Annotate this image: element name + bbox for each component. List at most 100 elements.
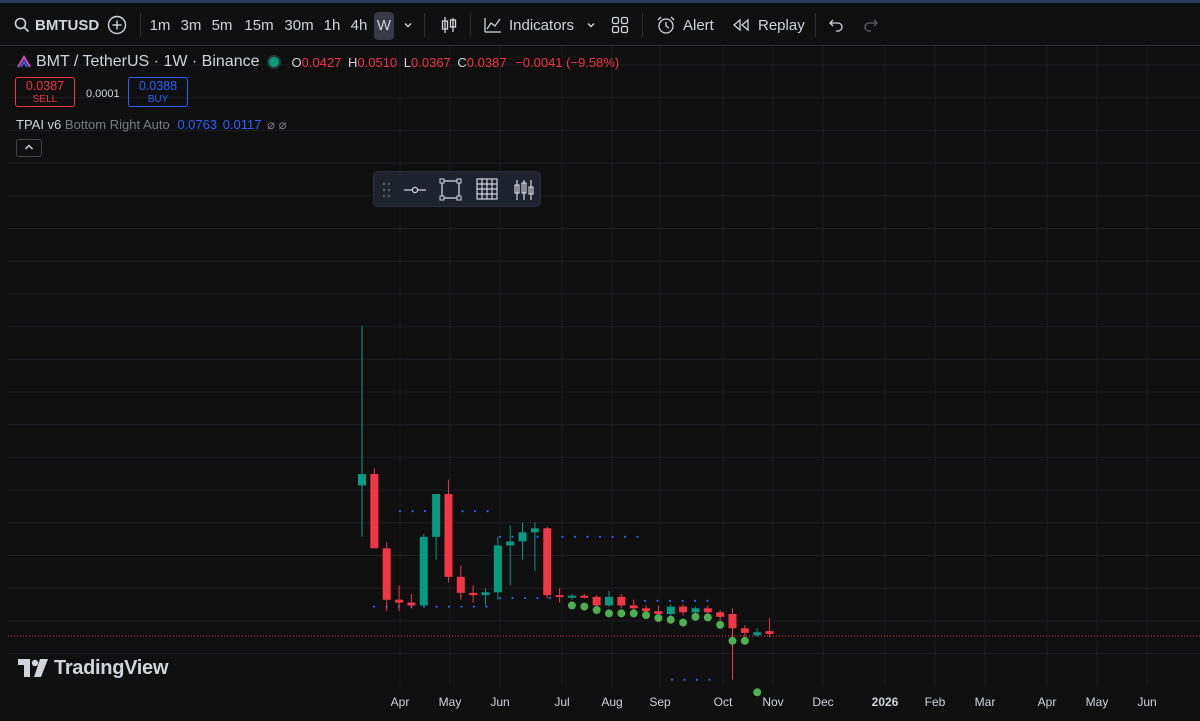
sell-button[interactable]: 0.0387 SELL bbox=[15, 77, 75, 107]
indicator-legend[interactable]: TPAI v6 Bottom Right Auto 0.0763 0.0117 … bbox=[16, 117, 286, 133]
candle-body bbox=[740, 628, 749, 633]
candle-body bbox=[419, 536, 428, 606]
tradingview-logo[interactable]: TradingView bbox=[18, 656, 168, 680]
toolbar-separator bbox=[642, 13, 643, 37]
ohlc-close-key: C bbox=[457, 54, 467, 70]
timeframe-15m[interactable]: 15m bbox=[242, 12, 276, 40]
templates-button[interactable] bbox=[611, 11, 629, 39]
candle-body bbox=[444, 494, 453, 577]
redo-button[interactable] bbox=[863, 11, 879, 39]
candle-body bbox=[395, 599, 404, 603]
candle-body bbox=[370, 474, 379, 549]
ohlc-high-key: H bbox=[348, 54, 358, 70]
candle-body bbox=[617, 596, 626, 606]
indicator-params: Bottom Right Auto bbox=[64, 117, 170, 132]
time-axis-label: Aug bbox=[601, 695, 623, 709]
indicator-level-dot bbox=[472, 605, 476, 608]
timeframe-4h[interactable]: 4h bbox=[348, 12, 370, 40]
buy-button[interactable]: 0.0388 BUY bbox=[128, 77, 188, 107]
indicator-level-dot bbox=[573, 535, 577, 538]
ohlc-change: −0.0041 (−9.58%) bbox=[515, 54, 620, 70]
indicator-level-dot bbox=[548, 596, 552, 600]
timeframe-3m[interactable]: 3m bbox=[179, 12, 203, 40]
redo-icon bbox=[864, 19, 878, 32]
grid-icon bbox=[611, 16, 629, 34]
candle-body bbox=[358, 474, 366, 486]
indicator-level-dot bbox=[681, 599, 684, 602]
timeframe-1m[interactable]: 1m bbox=[148, 12, 172, 40]
indicator-level-dot bbox=[485, 605, 488, 608]
candle-body bbox=[654, 611, 663, 614]
indicator-level-dot bbox=[683, 678, 686, 681]
line-tool-icon bbox=[404, 186, 426, 194]
signal-dot bbox=[728, 636, 737, 645]
replay-button[interactable]: Replay bbox=[732, 11, 805, 39]
timeframe-1h[interactable]: 1h bbox=[321, 12, 343, 40]
na-icon: ⌀ ⌀ bbox=[267, 117, 287, 132]
indicator-level-dot bbox=[435, 605, 438, 608]
time-axis-label: Nov bbox=[762, 695, 784, 709]
timeframe-w[interactable]: W bbox=[374, 12, 394, 40]
time-axis-label: Mar bbox=[974, 695, 996, 709]
time-axis-label: Feb bbox=[924, 695, 946, 709]
indicator-level-dot bbox=[561, 535, 564, 538]
ohlc-low-key: L bbox=[403, 54, 412, 70]
symbol-search[interactable]: BMTUSD bbox=[14, 11, 99, 39]
candle-body bbox=[728, 613, 737, 629]
indicator-level-dot bbox=[656, 599, 659, 602]
symbol-title: BMT / TetherUS · 1W · Binance bbox=[36, 53, 260, 70]
indicators-label: Indicators bbox=[509, 16, 575, 34]
indicator-level-dot bbox=[398, 510, 402, 513]
indicator-level-dot bbox=[706, 599, 709, 602]
undo-button[interactable] bbox=[828, 11, 844, 39]
candle-body bbox=[703, 608, 712, 613]
buy-label: BUY bbox=[147, 94, 169, 105]
candles-icon bbox=[441, 17, 457, 33]
indicators-dropdown[interactable] bbox=[585, 11, 597, 39]
candle-body bbox=[691, 608, 700, 613]
drag-handle-icon bbox=[382, 182, 391, 198]
indicator-level-dot bbox=[498, 596, 502, 600]
chart-pane[interactable] bbox=[8, 46, 1200, 718]
plus-circle-icon bbox=[107, 15, 127, 35]
candle-body bbox=[605, 596, 613, 606]
toolbar-separator bbox=[424, 13, 425, 37]
indicator-level-dot bbox=[486, 510, 489, 513]
candle-body bbox=[530, 528, 539, 533]
alert-label: Alert bbox=[683, 16, 714, 34]
drawing-floating-toolbar[interactable] bbox=[373, 171, 541, 207]
candle-body bbox=[432, 494, 441, 537]
signal-dot bbox=[617, 609, 626, 618]
candle-body bbox=[765, 631, 774, 634]
indicator-level-dot bbox=[598, 535, 602, 538]
search-icon bbox=[14, 17, 30, 33]
candle-body bbox=[753, 632, 762, 636]
price-chart[interactable] bbox=[8, 46, 1200, 718]
collapse-legend-button[interactable] bbox=[16, 139, 42, 157]
candle-body bbox=[716, 612, 725, 617]
chart-type-button[interactable] bbox=[439, 11, 459, 39]
candle-body bbox=[666, 606, 675, 614]
alert-button[interactable]: Alert bbox=[656, 11, 714, 39]
time-axis-label: Jun bbox=[1137, 695, 1157, 709]
top-toolbar: BMTUSD 1m 3m 5m 15m 30m 1h 4h W Indicato… bbox=[0, 0, 1200, 46]
candle-body bbox=[481, 592, 490, 596]
signal-dot bbox=[753, 688, 762, 697]
timeframe-dropdown[interactable] bbox=[402, 11, 414, 39]
indicator-level-dot bbox=[523, 596, 527, 600]
signal-dot bbox=[703, 613, 712, 622]
candle-body bbox=[506, 541, 515, 546]
candle-body bbox=[469, 592, 478, 596]
compare-button[interactable] bbox=[107, 11, 127, 39]
indicator-value-1: 0.0763 bbox=[177, 117, 218, 132]
candle-body bbox=[580, 595, 589, 598]
indicator-value-2: 0.0117 bbox=[222, 117, 262, 132]
timeframe-30m[interactable]: 30m bbox=[282, 12, 316, 40]
time-axis-label: Oct bbox=[713, 695, 733, 709]
indicators-button[interactable]: Indicators bbox=[483, 11, 574, 39]
signal-dot bbox=[716, 620, 725, 629]
toolbar-separator bbox=[140, 13, 141, 37]
indicator-level-dot bbox=[372, 605, 376, 608]
market-status-icon bbox=[269, 57, 280, 67]
timeframe-5m[interactable]: 5m bbox=[210, 12, 234, 40]
